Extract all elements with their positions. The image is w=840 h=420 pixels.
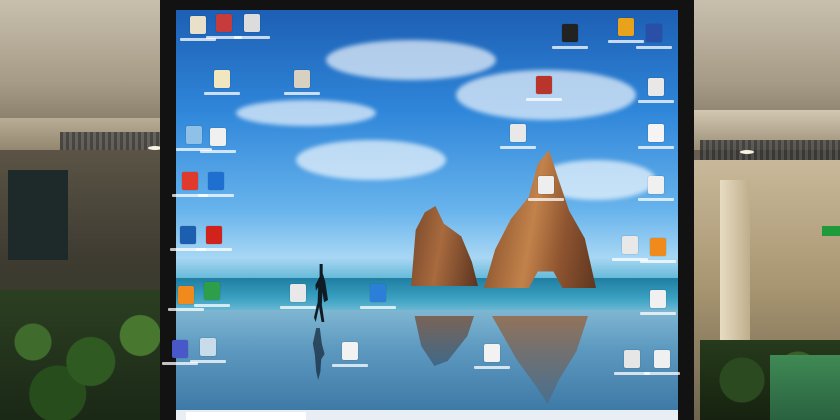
icon-settings-label — [190, 360, 226, 363]
icon-right-3-icon[interactable] — [648, 176, 664, 194]
icon-dark-top-label — [552, 46, 588, 49]
icon-file-3-label — [234, 36, 270, 39]
mall-left-doorway — [8, 170, 68, 260]
icon-teamviewer-icon[interactable] — [370, 284, 386, 302]
icon-app-blue-icon[interactable] — [208, 172, 224, 190]
icon-doc-center-label — [280, 306, 316, 309]
icon-app-red-icon[interactable] — [182, 172, 198, 190]
icon-right-1-icon[interactable] — [648, 78, 664, 96]
icon-right-1-label — [638, 100, 674, 103]
icon-vlc-right-label — [640, 260, 676, 263]
photo-scene — [0, 0, 840, 420]
icon-chrome-left-icon[interactable] — [204, 282, 220, 300]
cloud — [326, 40, 496, 80]
desktop-wallpaper — [176, 10, 678, 410]
cloud — [296, 140, 446, 180]
icon-right-3-label — [638, 198, 674, 201]
icon-right-2-label — [638, 146, 674, 149]
icon-vlc-left-icon[interactable] — [178, 286, 194, 304]
icon-pdf-icon[interactable] — [206, 226, 222, 244]
sea-stack-small — [411, 206, 478, 286]
icon-doc-center-icon[interactable] — [290, 284, 306, 302]
icon-file-1-icon[interactable] — [190, 16, 206, 34]
icon-settings-icon[interactable] — [200, 338, 216, 356]
icon-teamviewer-label — [360, 306, 396, 309]
icon-file-2-icon[interactable] — [216, 14, 232, 32]
icon-center-4-label — [474, 366, 510, 369]
icon-center-3-icon[interactable] — [538, 176, 554, 194]
icon-chrome-top-right-icon[interactable] — [618, 18, 634, 36]
icon-blue-top-right-label — [636, 46, 672, 49]
icon-vlc-left-label — [168, 308, 204, 311]
icon-folder-1-icon[interactable] — [214, 70, 230, 88]
ceiling-light — [740, 150, 754, 154]
icon-doc-bottom-icon[interactable] — [342, 342, 358, 360]
icon-file-3-icon[interactable] — [244, 14, 260, 32]
green-planter — [770, 355, 840, 420]
icon-envelope-icon[interactable] — [210, 128, 226, 146]
icon-right-4-icon[interactable] — [622, 236, 638, 254]
icon-doc-bottom-label — [332, 364, 368, 367]
icon-right-6-icon[interactable] — [624, 350, 640, 368]
icon-blue-top-right-icon[interactable] — [646, 24, 662, 42]
icon-vlc-right-icon[interactable] — [650, 238, 666, 256]
icon-right-5-label — [640, 312, 676, 315]
icon-center-3-label — [528, 198, 564, 201]
cloud — [236, 100, 376, 126]
icon-chrome-top-right-label — [608, 40, 644, 43]
icon-right-5-icon[interactable] — [650, 290, 666, 308]
taskbar-search-box[interactable] — [186, 412, 306, 420]
icon-center-4-icon[interactable] — [484, 344, 500, 362]
icon-app-blue-label — [198, 194, 234, 197]
icon-right-7-icon[interactable] — [654, 350, 670, 368]
icon-pdf-label — [196, 248, 232, 251]
plants-left — [0, 290, 165, 420]
icon-red-center-icon[interactable] — [536, 76, 552, 94]
icon-app-shield-icon[interactable] — [180, 226, 196, 244]
icon-center-2-label — [500, 146, 536, 149]
icon-chrome-left-label — [194, 304, 230, 307]
icon-teams-icon[interactable] — [172, 340, 188, 358]
icon-folder-2-label — [284, 92, 320, 95]
icon-envelope-label — [200, 150, 236, 153]
exit-sign — [822, 226, 840, 236]
icon-folder-1-label — [204, 92, 240, 95]
icon-right-2-icon[interactable] — [648, 124, 664, 142]
icon-folder-2-icon[interactable] — [294, 70, 310, 88]
icon-red-center-label — [526, 98, 562, 101]
icon-dark-top-icon[interactable] — [562, 24, 578, 42]
icon-right-7-label — [644, 372, 680, 375]
icon-center-2-icon[interactable] — [510, 124, 526, 142]
mall-right-pillar — [720, 180, 750, 350]
icon-network-icon[interactable] — [186, 126, 202, 144]
